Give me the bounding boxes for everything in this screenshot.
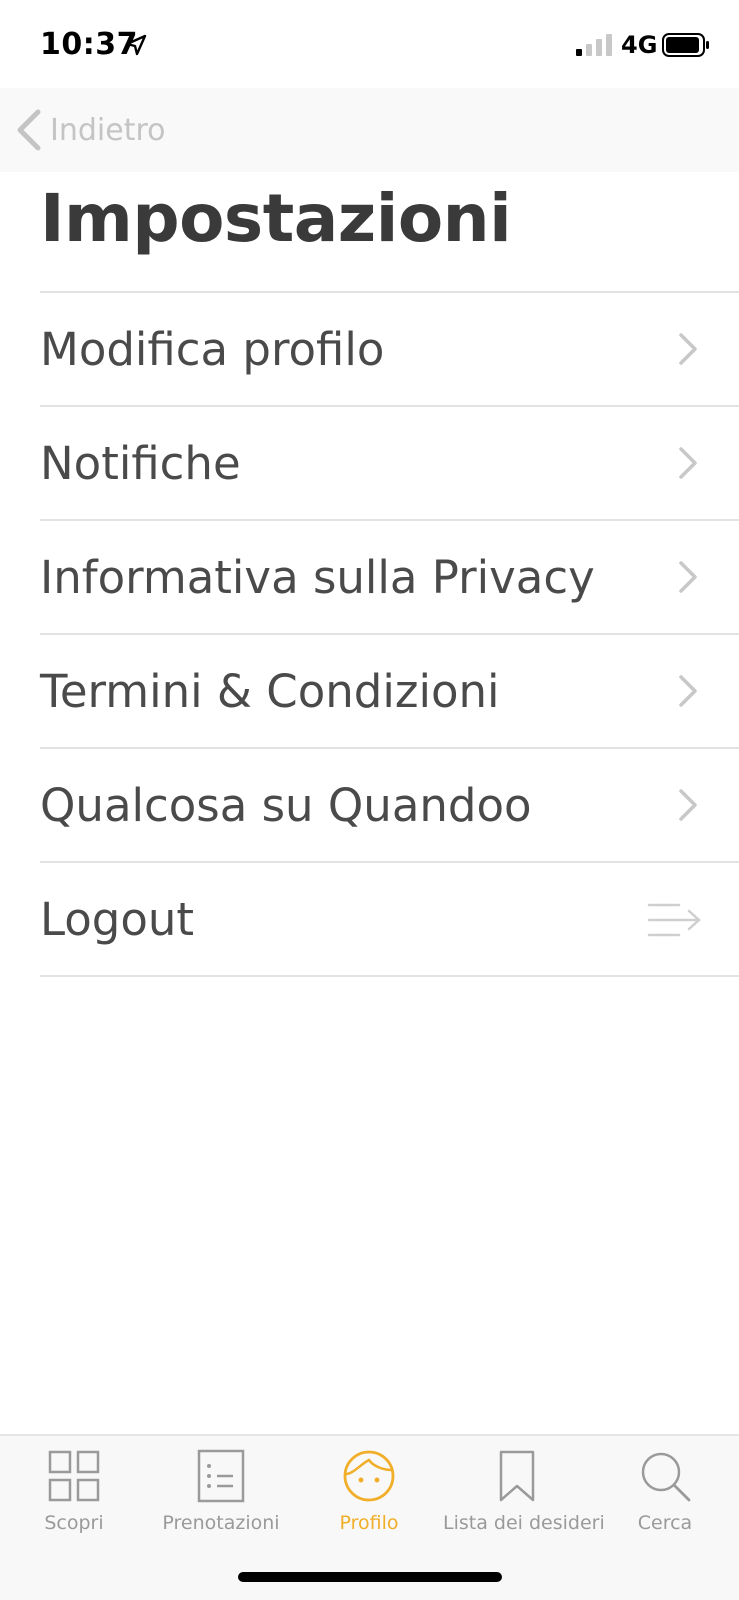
settings-item-label: Logout bbox=[40, 893, 195, 946]
settings-list: Modifica profilo Notifiche Informativa s… bbox=[40, 291, 739, 977]
settings-item-edit-profile[interactable]: Modifica profilo bbox=[40, 293, 739, 407]
tab-discover[interactable]: Scopri bbox=[0, 1448, 148, 1548]
chevron-right-icon bbox=[679, 333, 697, 365]
tab-label: Cerca bbox=[637, 1512, 693, 1534]
bookmark-icon bbox=[499, 1450, 535, 1502]
tab-label: Profilo bbox=[339, 1512, 399, 1534]
settings-screen: 10:37 4G Indietro Impostazioni Modifica … bbox=[0, 0, 739, 1600]
settings-item-notifications[interactable]: Notifiche bbox=[40, 407, 739, 521]
face-icon bbox=[343, 1450, 395, 1502]
signal-bars-icon bbox=[576, 34, 612, 56]
network-type: 4G bbox=[621, 31, 658, 59]
tab-label: Scopri bbox=[44, 1512, 104, 1534]
settings-item-label: Termini & Condizioni bbox=[40, 665, 500, 718]
back-button[interactable]: Indietro bbox=[14, 106, 166, 154]
logout-arrow-icon bbox=[647, 903, 701, 937]
settings-item-about[interactable]: Qualcosa su Quandoo bbox=[40, 749, 739, 863]
chevron-right-icon bbox=[679, 789, 697, 821]
chevron-right-icon bbox=[679, 561, 697, 593]
tab-profile[interactable]: Profilo bbox=[295, 1448, 443, 1548]
settings-item-logout[interactable]: Logout bbox=[40, 863, 739, 977]
chevron-left-icon bbox=[17, 109, 41, 151]
tab-reservations[interactable]: Prenotazioni bbox=[147, 1448, 295, 1548]
status-bar: 10:37 4G bbox=[0, 0, 739, 88]
settings-item-label: Notifiche bbox=[40, 437, 241, 490]
navigation-bar: Indietro bbox=[0, 88, 739, 172]
list-icon bbox=[197, 1449, 245, 1503]
home-indicator bbox=[238, 1572, 502, 1582]
battery-icon bbox=[662, 33, 709, 57]
page-title: Impostazioni bbox=[40, 180, 512, 257]
tab-wishlist[interactable]: Lista dei desideri bbox=[443, 1448, 605, 1548]
settings-item-label: Informativa sulla Privacy bbox=[40, 551, 595, 604]
search-icon bbox=[641, 1452, 691, 1502]
settings-item-label: Modifica profilo bbox=[40, 323, 385, 376]
location-arrow-icon bbox=[125, 34, 147, 56]
tab-search[interactable]: Cerca bbox=[591, 1448, 739, 1548]
tab-label: Lista dei desideri bbox=[443, 1512, 605, 1534]
settings-item-label: Qualcosa su Quandoo bbox=[40, 779, 532, 832]
chevron-right-icon bbox=[679, 675, 697, 707]
settings-item-privacy-policy[interactable]: Informativa sulla Privacy bbox=[40, 521, 739, 635]
grid-icon bbox=[48, 1450, 100, 1502]
tab-label: Prenotazioni bbox=[162, 1512, 280, 1534]
settings-item-terms[interactable]: Termini & Condizioni bbox=[40, 635, 739, 749]
chevron-right-icon bbox=[679, 447, 697, 479]
back-label: Indietro bbox=[50, 112, 166, 148]
